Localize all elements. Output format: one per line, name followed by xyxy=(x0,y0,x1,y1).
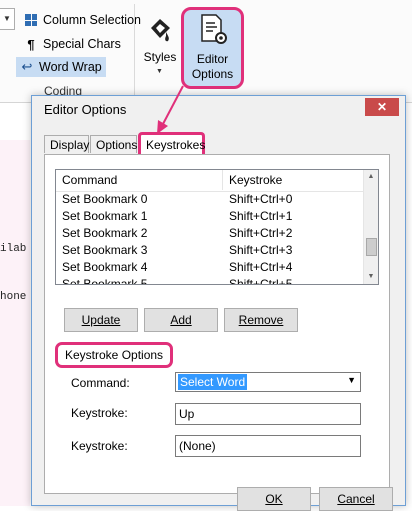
tab-keystrokes[interactable]: Keystrokes xyxy=(138,132,205,154)
list-item[interactable]: Set Bookmark 4 Shift+Ctrl+4 xyxy=(56,259,366,276)
keystroke-field-2[interactable]: (None) xyxy=(175,435,361,457)
keystroke-label-1: Keystroke: xyxy=(71,406,128,420)
keystroke-field-1[interactable]: Up xyxy=(175,403,361,425)
column-selection-button[interactable]: Column Selection xyxy=(20,10,145,30)
command-cell: Set Bookmark 0 xyxy=(62,192,148,206)
tab-options[interactable]: Options xyxy=(90,135,137,153)
list-scrollbar[interactable]: ▲ ▼ xyxy=(363,170,378,284)
list-item[interactable]: Set Bookmark 0 Shift+Ctrl+0 xyxy=(56,191,366,208)
command-cell: Set Bookmark 5 xyxy=(62,277,148,285)
list-item[interactable]: Set Bookmark 2 Shift+Ctrl+2 xyxy=(56,225,366,242)
ribbon-dropdown-arrow[interactable]: ▼ xyxy=(0,8,15,30)
remove-button[interactable]: Remove xyxy=(224,308,298,332)
keystroke-label-2: Keystroke: xyxy=(71,439,128,453)
column-selection-icon xyxy=(24,13,38,27)
ribbon-separator xyxy=(134,4,135,96)
special-chars-label: Special Chars xyxy=(43,37,121,51)
list-header: Command Keystroke xyxy=(56,170,366,192)
list-item[interactable]: Set Bookmark 5 Shift+Ctrl+5 xyxy=(56,276,366,285)
dialog-title: Editor Options xyxy=(44,102,127,117)
keystroke-cell: Shift+Ctrl+4 xyxy=(229,260,293,274)
update-button[interactable]: Update xyxy=(64,308,138,332)
word-wrap-button[interactable]: ↩ Word Wrap xyxy=(16,57,106,77)
dialog-titlebar[interactable]: Editor Options ✕ xyxy=(32,96,405,124)
styles-dropdown-icon: ▼ xyxy=(156,68,163,75)
scroll-down-icon[interactable]: ▼ xyxy=(364,270,378,284)
pilcrow-icon: ¶ xyxy=(27,36,35,52)
keystroke-list[interactable]: Command Keystroke Set Bookmark 0 Shift+C… xyxy=(55,169,379,285)
command-label: Command: xyxy=(71,376,130,390)
editor-options-label: Editor Options xyxy=(191,52,234,81)
tab-display[interactable]: Display xyxy=(44,135,89,153)
close-button[interactable]: ✕ xyxy=(365,98,399,116)
remove-button-label: Remove xyxy=(238,313,284,327)
list-item[interactable]: Set Bookmark 3 Shift+Ctrl+3 xyxy=(56,242,366,259)
editor-text-line: ilab xyxy=(0,243,27,255)
column-divider xyxy=(222,170,223,190)
cancel-button-label: Cancel xyxy=(337,492,375,506)
command-cell: Set Bookmark 3 xyxy=(62,243,148,257)
add-button[interactable]: Add xyxy=(144,308,218,332)
cancel-button[interactable]: Cancel xyxy=(319,487,393,511)
styles-label: Styles xyxy=(143,50,177,64)
command-combobox-value: Select Word xyxy=(178,374,248,390)
word-wrap-icon: ↩ xyxy=(21,59,33,74)
close-icon: ✕ xyxy=(376,100,388,114)
add-button-label: Add xyxy=(170,313,192,327)
ok-button[interactable]: OK xyxy=(237,487,311,511)
keystroke-cell: Shift+Ctrl+5 xyxy=(229,277,293,285)
ribbon: ▼ Column Selection ¶ Special Chars ↩ Wor… xyxy=(0,0,412,103)
editor-text-line: hone xyxy=(0,291,27,303)
keystroke-cell: Shift+Ctrl+1 xyxy=(229,209,293,223)
styles-button[interactable]: Styles ▼ xyxy=(140,10,180,78)
command-cell: Set Bookmark 4 xyxy=(62,260,148,274)
editor-options-icon xyxy=(201,14,227,44)
chevron-down-icon[interactable]: ▼ xyxy=(347,375,356,385)
scroll-thumb[interactable] xyxy=(366,238,377,256)
keystroke-cell: Shift+Ctrl+3 xyxy=(229,243,293,257)
keystroke-cell: Shift+Ctrl+2 xyxy=(229,226,293,240)
update-button-label: Update xyxy=(81,313,121,327)
command-cell: Set Bookmark 2 xyxy=(62,226,148,240)
keystroke-cell: Shift+Ctrl+0 xyxy=(229,192,293,206)
command-cell: Set Bookmark 1 xyxy=(62,209,148,223)
column-selection-label: Column Selection xyxy=(43,13,141,27)
ok-button-label: OK xyxy=(265,492,283,506)
word-wrap-label: Word Wrap xyxy=(39,60,102,74)
styles-icon xyxy=(151,19,170,42)
special-chars-button[interactable]: ¶ Special Chars xyxy=(20,34,125,54)
column-header-command[interactable]: Command xyxy=(62,173,117,187)
editor-options-button[interactable]: Editor Options xyxy=(181,7,244,89)
command-combobox[interactable]: Select Word ▼ xyxy=(175,372,361,392)
keystroke-options-group-label: Keystroke Options xyxy=(55,342,174,368)
column-header-keystroke[interactable]: Keystroke xyxy=(229,173,282,187)
scroll-up-icon[interactable]: ▲ xyxy=(364,170,378,184)
list-item[interactable]: Set Bookmark 1 Shift+Ctrl+1 xyxy=(56,208,366,225)
editor-gutter xyxy=(0,140,30,506)
